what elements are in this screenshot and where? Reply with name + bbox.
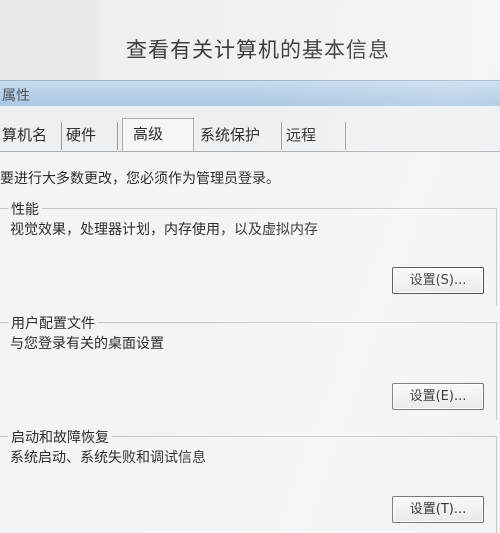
tab-advanced[interactable]: 高级 — [122, 118, 194, 152]
performance-title: 性能 — [8, 199, 42, 219]
admin-notice: 要进行大多数更改，您必须作为管理员登录。 — [0, 171, 280, 187]
tab-computer-name[interactable]: 算机名 — [0, 122, 62, 150]
startup-recovery-group: 启动和故障恢复 系统启动、系统失败和调试信息 设置(T)... — [0, 427, 497, 533]
tab-remote[interactable]: 远程 — [284, 122, 346, 150]
dialog-title-bar[interactable]: 属性 — [0, 80, 500, 107]
user-profiles-title: 用户配置文件 — [8, 313, 98, 333]
performance-settings-button[interactable]: 设置(S)... — [392, 267, 484, 294]
basic-info-title: 查看有关计算机的基本信息 — [126, 38, 390, 62]
tab-strip: 算机名 硬件 高级 系统保护 远程 — [0, 106, 500, 152]
startup-recovery-title: 启动和故障恢复 — [8, 427, 112, 447]
startup-recovery-settings-button[interactable]: 设置(T)... — [392, 496, 484, 523]
tab-hardware[interactable]: 硬件 — [64, 122, 118, 150]
user-profiles-group: 用户配置文件 与您登录有关的桌面设置 设置(E)... — [0, 313, 497, 420]
performance-group: 性能 视觉效果，处理器计划，内存使用，以及虚拟内存 设置(S)... — [0, 199, 497, 306]
background-window-header: 查看有关计算机的基本信息 — [0, 0, 500, 80]
tab-system-protection[interactable]: 系统保护 — [198, 122, 282, 150]
performance-description: 视觉效果，处理器计划，内存使用，以及虚拟内存 — [10, 222, 318, 238]
dialog-title: 属性 — [2, 88, 30, 104]
user-profiles-settings-button[interactable]: 设置(E)... — [392, 383, 484, 410]
user-profiles-description: 与您登录有关的桌面设置 — [10, 336, 164, 352]
startup-recovery-description: 系统启动、系统失败和调试信息 — [10, 450, 206, 466]
advanced-tab-panel: 要进行大多数更改，您必须作为管理员登录。 性能 视觉效果，处理器计划，内存使用，… — [0, 152, 500, 533]
